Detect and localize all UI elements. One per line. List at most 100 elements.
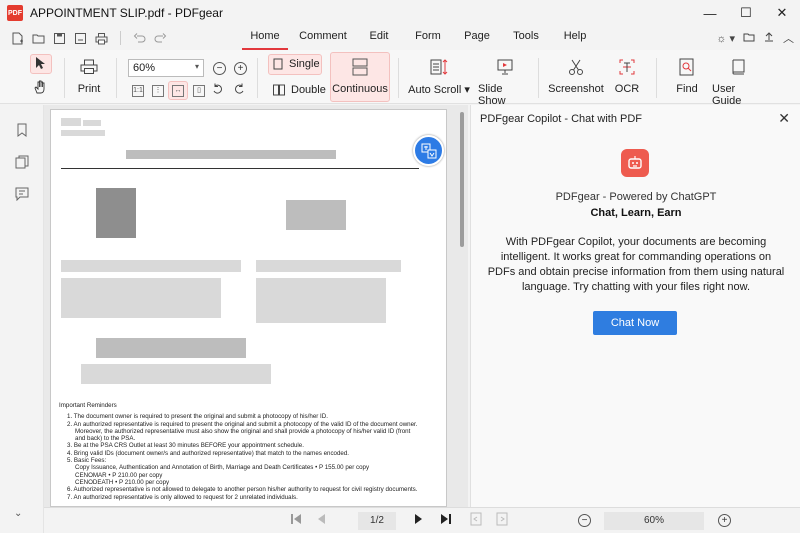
comments-icon[interactable] (14, 187, 30, 203)
continuous-scroll-icon (351, 56, 369, 78)
continuous-label: Continuous (332, 83, 388, 95)
copilot-description: With PDFgear Copilot, your documents are… (487, 236, 785, 293)
window-controls: — ☐ ✕ (692, 0, 800, 26)
bookmark-icon[interactable] (14, 123, 30, 139)
theme-sun-icon[interactable]: ☼ ▾ (716, 32, 735, 45)
blurred-content (61, 130, 105, 136)
find-button[interactable]: Find (672, 56, 702, 95)
minimize-button[interactable]: — (692, 0, 728, 26)
new-file-icon[interactable] (9, 30, 26, 47)
maximize-button[interactable]: ☐ (728, 0, 764, 26)
reminder-item: 3. Be at the PSA CRS Outlet at least 30 … (67, 442, 304, 450)
continuous-button[interactable]: Continuous (330, 56, 390, 95)
zoom-indicator[interactable]: 60% (604, 512, 704, 530)
user-guide-button[interactable]: User Guide (712, 56, 766, 107)
next-page-icon[interactable] (414, 512, 424, 529)
scissors-icon (567, 56, 585, 78)
tab-edit[interactable]: Edit (356, 26, 402, 50)
window-title: APPOINTMENT SLIP.pdf - PDFgear (30, 6, 223, 20)
status-bar: 1/2 − 60% + (44, 507, 800, 533)
auto-scroll-label: Auto Scroll ▾ (408, 84, 470, 96)
tab-comment[interactable]: Comment (290, 26, 356, 50)
page-indicator[interactable]: 1/2 (358, 512, 396, 530)
header-rule (61, 168, 419, 169)
fit-page-icon[interactable]: ⋮ (152, 85, 164, 97)
open-folder-icon[interactable] (30, 30, 47, 47)
blurred-heading (126, 150, 336, 159)
auto-scroll-button[interactable]: Auto Scroll ▾ (408, 56, 470, 96)
screenshot-button[interactable]: Screenshot (548, 56, 604, 95)
search-icon (678, 56, 696, 78)
blurred-text (81, 364, 271, 384)
blurred-content (61, 118, 81, 126)
previous-page-icon[interactable] (316, 512, 326, 529)
fee-item: Copy Issuance, Authentication and Annota… (75, 464, 370, 472)
reminders-title: Important Reminders (59, 402, 117, 409)
select-tool-icon[interactable] (34, 56, 46, 70)
tab-page[interactable]: Page (454, 26, 500, 50)
fee-item: CENODEATH • P 210.00 per copy (75, 478, 170, 486)
copilot-robot-icon (621, 149, 649, 177)
zoom-in-icon[interactable]: + (234, 62, 247, 75)
undo-icon[interactable] (131, 30, 148, 47)
blurred-text (96, 338, 246, 358)
save-icon[interactable] (51, 30, 68, 47)
print-button[interactable]: Print (76, 56, 102, 95)
tab-help[interactable]: Help (552, 26, 598, 50)
close-window-button[interactable]: ✕ (764, 0, 800, 26)
left-sidebar (0, 105, 44, 533)
share-icon[interactable] (763, 31, 775, 46)
open-file-icon[interactable] (743, 31, 755, 46)
single-page-icon (273, 58, 283, 70)
reminder-item: 5. Basic Fees: (67, 457, 107, 465)
hand-tool-icon[interactable] (33, 80, 47, 94)
forward-view-icon[interactable] (496, 512, 508, 529)
print-icon[interactable] (93, 30, 110, 47)
divider (120, 31, 121, 45)
first-page-icon[interactable] (290, 512, 302, 529)
slide-show-button[interactable]: Slide Show (478, 56, 532, 107)
fit-width-icon[interactable]: ↔ (172, 85, 184, 97)
rotate-right-icon[interactable] (233, 83, 245, 95)
divider (257, 58, 258, 98)
tab-tools[interactable]: Tools (500, 26, 552, 50)
tab-home[interactable]: Home (240, 26, 290, 50)
ribbon-toolbar: Print 60% ▾ − + 1:1 ⋮ ↔ ▯ Single Double … (0, 50, 800, 107)
single-page-button[interactable]: Single (273, 58, 320, 70)
pdf-page: Important Reminders 1. The document owne… (50, 109, 447, 507)
fit-visible-icon[interactable]: ▯ (193, 85, 205, 97)
actual-size-icon[interactable]: 1:1 (132, 85, 144, 97)
last-page-icon[interactable] (440, 512, 452, 529)
zoom-out-icon[interactable]: − (213, 62, 226, 75)
important-reminders: Important Reminders 1. The document owne… (59, 402, 419, 501)
close-icon[interactable]: ✕ (778, 110, 790, 127)
chat-now-button[interactable]: Chat Now (593, 311, 677, 335)
thumbnails-icon[interactable] (14, 155, 30, 171)
blurred-text (256, 278, 386, 323)
zoom-in-icon[interactable]: + (718, 514, 731, 527)
zoom-select[interactable]: 60% ▾ (128, 59, 204, 77)
collapse-ribbon-icon[interactable]: ︿ (783, 30, 794, 46)
print-label: Print (77, 83, 101, 95)
document-scrollbar[interactable] (460, 112, 464, 247)
save-as-icon[interactable] (72, 30, 89, 47)
double-page-button[interactable]: Double (273, 84, 326, 96)
ocr-icon (618, 56, 636, 78)
divider (398, 58, 399, 98)
menu-right-icons: ☼ ▾ ︿ (716, 26, 794, 50)
copilot-powered-by: PDFgear - Powered by ChatGPT (555, 191, 717, 203)
translate-icon[interactable] (413, 135, 444, 166)
tab-form[interactable]: Form (402, 26, 454, 50)
menu-tabs: Home Comment Edit Form Page Tools Help (240, 26, 598, 50)
ocr-button[interactable]: OCR (612, 56, 642, 95)
zoom-out-icon[interactable]: − (578, 514, 591, 527)
back-view-icon[interactable] (470, 512, 482, 529)
document-view[interactable]: Important Reminders 1. The document owne… (44, 105, 468, 507)
chevron-down-icon[interactable]: ⌄ (14, 508, 22, 519)
rotate-left-icon[interactable] (212, 83, 224, 95)
redo-icon[interactable] (152, 30, 169, 47)
copilot-slogan: Chat, Learn, Earn (590, 207, 682, 219)
divider (116, 58, 117, 98)
menu-row: Home Comment Edit Form Page Tools Help ☼… (0, 26, 800, 50)
divider (538, 58, 539, 98)
